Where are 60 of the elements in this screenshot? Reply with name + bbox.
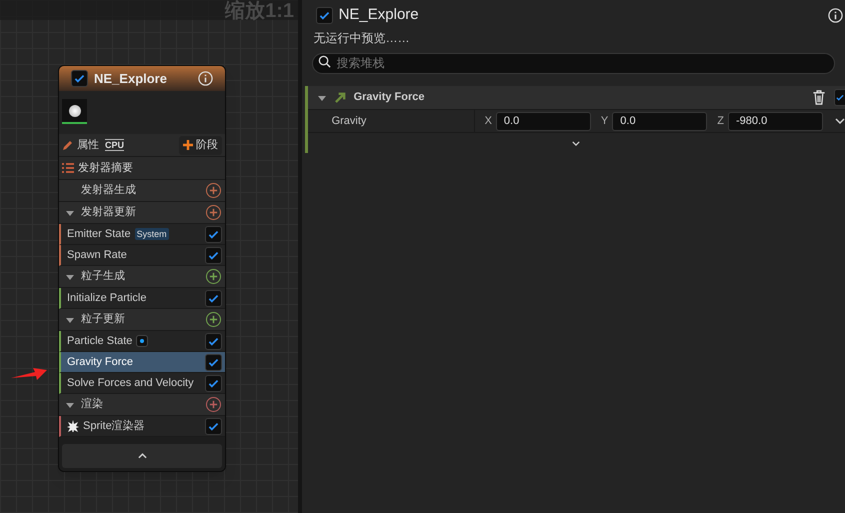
properties-label[interactable]: 属性 [77, 136, 99, 154]
param-label: Gravity [308, 110, 475, 132]
module-row[interactable]: Emitter State System [59, 224, 225, 245]
module-label: Initialize Particle [67, 290, 146, 306]
expand-chevron-icon[interactable] [572, 140, 580, 146]
module-label: Emitter State [67, 226, 131, 242]
module-label: Solve Forces and Velocity [67, 376, 194, 391]
pencil-icon [62, 139, 74, 151]
checkbox[interactable] [71, 70, 88, 87]
checkbox[interactable] [205, 418, 222, 434]
checkbox[interactable] [205, 332, 222, 350]
expand-chevron-icon[interactable] [835, 118, 845, 124]
arrow-icon [334, 92, 346, 103]
axis-label: Y [600, 114, 608, 129]
info-icon[interactable] [828, 8, 843, 22]
thumbnail-preview [62, 99, 87, 124]
add-icon[interactable] [206, 397, 221, 412]
preview-status: 无运行中预览…… [312, 30, 411, 47]
module-row[interactable]: Spawn Rate [59, 245, 225, 266]
info-icon[interactable] [198, 71, 213, 86]
emitter-title: NE_Explore [338, 4, 420, 25]
checkbox[interactable] [205, 354, 222, 370]
axis-label: X [484, 114, 492, 129]
plus-icon [183, 140, 193, 150]
module-title: Gravity Force [354, 90, 426, 106]
checkbox[interactable] [834, 89, 845, 106]
module-row[interactable]: Initialize Particle [59, 288, 225, 309]
axis-label: Z [717, 114, 724, 129]
annotation-arrow [11, 366, 47, 380]
add-icon[interactable] [206, 312, 221, 327]
cpu-label: CPU [105, 139, 124, 151]
module-label: Sprite渲染器 [83, 418, 145, 434]
module-row[interactable]: Solve Forces and Velocity [59, 373, 225, 394]
sparkle-icon [67, 420, 79, 432]
checkbox[interactable] [205, 374, 222, 392]
number-field[interactable]: -980.0 [728, 112, 823, 130]
add-stage-button[interactable]: 阶段 [179, 136, 222, 154]
add-icon[interactable] [206, 205, 221, 220]
module-label: Particle State [67, 334, 132, 349]
check-icon [73, 72, 86, 85]
add-icon[interactable] [206, 269, 221, 284]
system-badge: System [134, 228, 169, 240]
search-field[interactable]: 搜索堆栈 [312, 52, 835, 74]
number-field[interactable]: 0.0 [496, 112, 591, 130]
module-row[interactable]: Sprite渲染器 [59, 416, 225, 437]
checkbox[interactable] [316, 6, 333, 24]
checkbox[interactable] [205, 226, 222, 242]
module-row[interactable]: Gravity Force [59, 352, 225, 373]
module-row[interactable]: Particle State [59, 331, 225, 352]
search-icon [318, 55, 331, 68]
caret-up-icon [138, 453, 146, 459]
module-label: Spawn Rate [67, 248, 127, 263]
checkbox[interactable] [205, 290, 222, 306]
number-field[interactable]: 0.0 [612, 112, 708, 130]
trash-icon[interactable] [812, 90, 826, 105]
add-icon[interactable] [206, 183, 221, 198]
checkbox[interactable] [205, 246, 222, 264]
list-icon [62, 163, 74, 173]
module-label: Gravity Force [67, 354, 134, 370]
node-title: NE_Explore [94, 70, 168, 88]
